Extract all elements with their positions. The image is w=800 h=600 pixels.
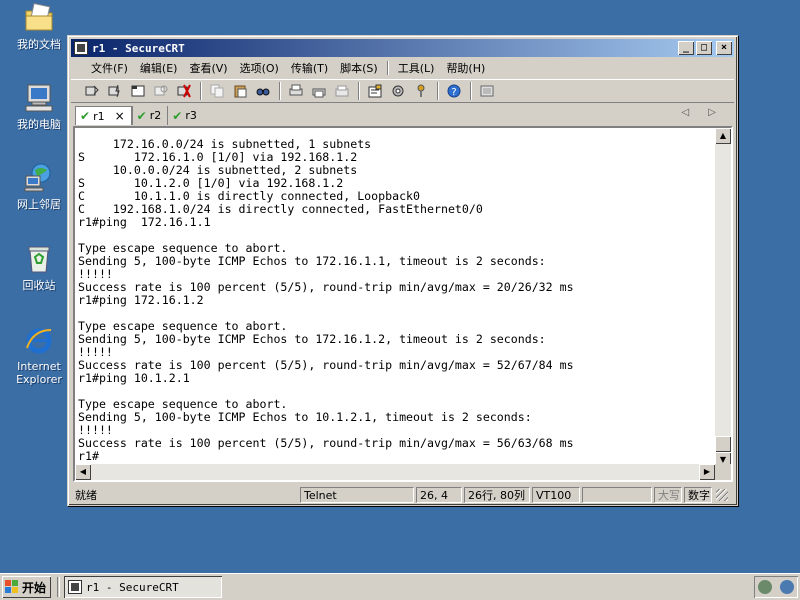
title-bar[interactable]: r1 - SecureCRT _ □ × bbox=[71, 39, 734, 57]
tab-r3[interactable]: ✔ r3 bbox=[167, 106, 203, 125]
connected-check-icon: ✔ bbox=[172, 108, 183, 123]
key-icon[interactable] bbox=[412, 82, 430, 100]
toolbar-separator bbox=[279, 82, 281, 100]
menu-edit[interactable]: 编辑(E) bbox=[134, 60, 184, 76]
scroll-up-icon[interactable]: ▲ bbox=[715, 128, 731, 144]
vertical-scrollbar[interactable]: ▲ ▼ bbox=[715, 128, 731, 468]
tab-label: r1 bbox=[93, 109, 105, 123]
tab-r1[interactable]: ✔ r1 × bbox=[75, 106, 132, 125]
menu-bar: 文件(F) 编辑(E) 查看(V) 选项(O) 传输(T) 脚本(S) 工具(L… bbox=[71, 58, 734, 78]
print-icon[interactable] bbox=[287, 82, 305, 100]
taskbar-item-securecrt[interactable]: r1 - SecureCRT bbox=[64, 576, 223, 598]
minimize-button[interactable]: _ bbox=[678, 41, 694, 55]
toolbar: ? bbox=[71, 79, 734, 103]
desktop-icon-network[interactable]: 网上邻居 bbox=[1, 162, 77, 211]
print-selection-icon[interactable] bbox=[310, 82, 328, 100]
paste-icon[interactable] bbox=[231, 82, 249, 100]
find-icon[interactable] bbox=[254, 82, 272, 100]
toolbar-separator bbox=[470, 82, 472, 100]
menu-tools[interactable]: 工具(L) bbox=[392, 60, 441, 76]
status-blank bbox=[582, 487, 652, 503]
desktop-icon-label: 我的文档 bbox=[17, 38, 61, 51]
menu-view[interactable]: 查看(V) bbox=[183, 60, 233, 76]
session-tab-bar: ✔ r1 × ✔ r2 ✔ r3 ◁ ▷ bbox=[71, 105, 734, 125]
help-icon[interactable]: ? bbox=[445, 82, 463, 100]
app-icon[interactable] bbox=[74, 41, 88, 55]
menu-file[interactable]: 文件(F) bbox=[85, 60, 134, 76]
reconnect-icon[interactable] bbox=[152, 82, 170, 100]
desktop-icon-internet-explorer[interactable]: Internet Explorer bbox=[1, 324, 77, 386]
printer-icon[interactable] bbox=[333, 82, 351, 100]
copy-icon[interactable] bbox=[208, 82, 226, 100]
ie-icon bbox=[23, 324, 55, 356]
start-label: 开始 bbox=[22, 580, 47, 595]
connect-in-tab-icon[interactable] bbox=[129, 82, 147, 100]
taskbar-separator bbox=[57, 577, 61, 597]
session-options-icon[interactable] bbox=[366, 82, 384, 100]
terminal-output: 172.16.0.0/24 is subnetted, 1 subnets S … bbox=[78, 137, 574, 463]
menu-separator bbox=[386, 61, 389, 75]
status-emulation: VT100 bbox=[532, 487, 580, 503]
toolbar-separator bbox=[358, 82, 360, 100]
tab-r2[interactable]: ✔ r2 bbox=[131, 106, 168, 125]
network-icon bbox=[23, 162, 55, 194]
my-documents-icon bbox=[23, 2, 55, 34]
system-tray bbox=[754, 576, 798, 598]
status-ready: 就绪 bbox=[75, 489, 97, 502]
scroll-corner bbox=[715, 464, 731, 480]
tab-scroll-arrows[interactable]: ◁ ▷ bbox=[681, 107, 724, 118]
taskbar-item-label: r1 - SecureCRT bbox=[86, 580, 179, 594]
tray-network-icon[interactable] bbox=[780, 580, 794, 594]
status-size: 26行, 80列 bbox=[464, 487, 530, 503]
securecrt-window: r1 - SecureCRT _ □ × 文件(F) 编辑(E) 查看(V) 选… bbox=[67, 35, 738, 506]
svg-text:?: ? bbox=[451, 87, 456, 98]
desktop-icon-label: Internet Explorer bbox=[16, 360, 62, 386]
desktop-icon-label: 回收站 bbox=[22, 279, 56, 292]
global-options-icon[interactable] bbox=[389, 82, 407, 100]
connected-check-icon: ✔ bbox=[136, 108, 147, 123]
close-button[interactable]: × bbox=[716, 41, 732, 55]
tab-label: r2 bbox=[149, 109, 162, 122]
start-button[interactable]: 开始 bbox=[2, 576, 51, 598]
desktop-icon-label: 我的电脑 bbox=[17, 118, 61, 131]
menu-transfer[interactable]: 传输(T) bbox=[285, 60, 334, 76]
scroll-left-icon[interactable]: ◀ bbox=[75, 464, 91, 480]
horizontal-scrollbar[interactable]: ◀ ▶ bbox=[75, 464, 715, 480]
status-num: 数字 bbox=[684, 487, 712, 503]
disconnect-icon[interactable] bbox=[175, 82, 193, 100]
tab-label: r3 bbox=[185, 109, 197, 122]
status-caps: 大写 bbox=[654, 487, 682, 503]
my-computer-icon bbox=[23, 82, 55, 114]
quick-connect-icon[interactable] bbox=[106, 82, 124, 100]
menu-options[interactable]: 选项(O) bbox=[234, 60, 285, 76]
connected-check-icon: ✔ bbox=[80, 109, 91, 123]
desktop-icon-recycle-bin[interactable]: 回收站 bbox=[1, 243, 77, 292]
toolbar-separator bbox=[437, 82, 439, 100]
menu-help[interactable]: 帮助(H) bbox=[440, 60, 491, 76]
windows-logo-icon bbox=[5, 580, 19, 594]
recycle-bin-icon bbox=[23, 243, 55, 275]
status-bar: 就绪 Telnet 26, 4 26行, 80列 VT100 大写 数字 bbox=[71, 486, 734, 504]
terminal-area[interactable]: 172.16.0.0/24 is subnetted, 1 subnets S … bbox=[73, 126, 733, 482]
tab-close-icon[interactable]: × bbox=[115, 109, 125, 123]
securecrt-icon bbox=[68, 580, 83, 594]
tray-security-icon[interactable] bbox=[758, 580, 772, 594]
maximize-button[interactable]: □ bbox=[696, 41, 712, 55]
status-cursor: 26, 4 bbox=[416, 487, 462, 503]
resize-grip[interactable] bbox=[716, 489, 728, 501]
scroll-right-icon[interactable]: ▶ bbox=[699, 464, 715, 480]
window-title: r1 - SecureCRT bbox=[92, 41, 185, 55]
desktop-icon-my-computer[interactable]: 我的电脑 bbox=[1, 82, 77, 131]
taskbar: 开始 r1 - SecureCRT bbox=[0, 573, 800, 600]
status-protocol: Telnet bbox=[300, 487, 414, 503]
connect-icon[interactable] bbox=[83, 82, 101, 100]
keymap-icon[interactable] bbox=[478, 82, 496, 100]
desktop-icon-label: 网上邻居 bbox=[17, 198, 61, 211]
scroll-thumb[interactable] bbox=[715, 436, 731, 452]
desktop-icon-my-documents[interactable]: 我的文档 bbox=[1, 2, 77, 51]
menu-script[interactable]: 脚本(S) bbox=[334, 60, 384, 76]
toolbar-separator bbox=[200, 82, 202, 100]
